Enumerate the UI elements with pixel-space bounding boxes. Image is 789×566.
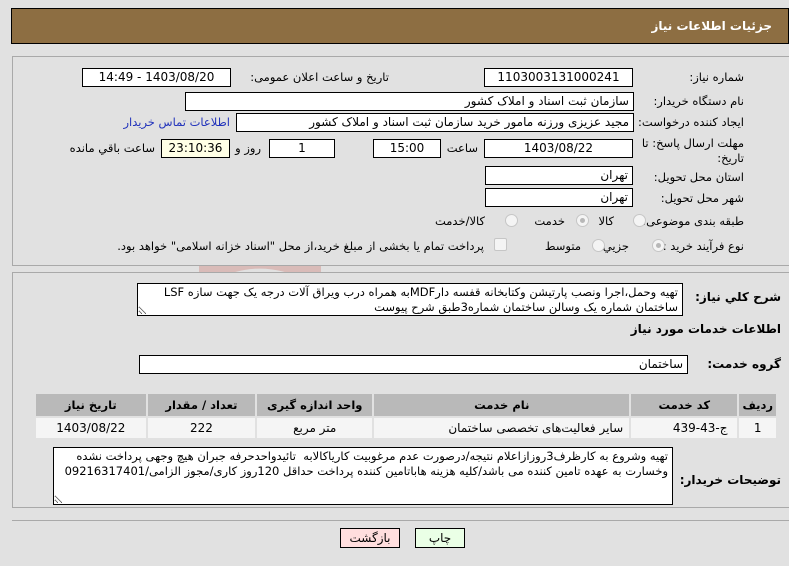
description-textarea[interactable]: تهیه وحمل،اجرا ونصب پارتیشن وکتابخانه قف… [137,283,683,316]
buyer-org-label: نام دستگاه خریدار: [653,94,744,108]
services-table: ردیف کد خدمت نام خدمت واحد اندازه گیری ت… [34,392,778,440]
divider [12,520,789,521]
category-radio-goods-service[interactable] [505,214,518,227]
services-section-title: اطلاعات خدمات مورد نیاز [630,322,781,336]
process-radio-medium[interactable] [592,239,605,252]
page-header: جزئیات اطلاعات نیاز [11,8,789,44]
announce-datetime-field[interactable]: 1403/08/20 - 14:49 [82,68,231,87]
province-field[interactable]: تهران [485,166,633,185]
col-service-name: نام خدمت [372,392,632,418]
category-radio-service[interactable] [576,214,589,227]
process-type-label: نوع فرآیند خرید : [662,239,744,253]
process-option-minor: جزیي [602,239,629,253]
cell-row-number: 1 [737,416,778,440]
buyer-notes-textarea[interactable]: تهیه وشروع به کارظرف3روزازاعلام نتیجه/در… [53,447,673,505]
category-option-service: خدمت [534,214,565,228]
buyer-contact-link[interactable]: اطلاعات تماس خریدار [123,115,230,129]
creator-label: ایجاد کننده درخواست: [638,115,744,129]
city-field[interactable]: تهران [485,188,633,207]
col-need-date: تاریخ نیاز [34,392,148,418]
city-label: شهر محل تحویل: [660,191,744,205]
days-label: روز و [235,141,261,155]
deadline-label: مهلت ارسال پاسخ: تا تاریخ: [641,136,744,165]
deadline-date-field[interactable]: 1403/08/22 [484,139,633,158]
buyer-notes-label: توضیحات خریدار: [679,473,781,487]
service-group-label: گروه خدمت: [707,357,781,371]
back-button[interactable]: بازگشت [340,528,400,548]
category-option-goods-service: کالا/خدمت [434,214,485,228]
category-label: طبقه بندی موضوعی: [642,214,744,228]
buyer-org-field[interactable]: سازمان ثبت اسناد و املاک کشور [185,92,634,111]
announce-label: تاریخ و ساعت اعلان عمومی: [250,70,389,84]
process-radio-minor[interactable] [652,239,665,252]
cell-service-name: سایر فعالیت‌های تخصصی ساختمان [372,416,632,440]
col-row-number: ردیف [737,392,778,418]
col-quantity: تعداد / مقدار [145,392,258,418]
need-number-label: شماره نیاز: [689,70,744,84]
cell-need-date: 1403/08/22 [34,416,148,440]
col-service-code: کد خدمت [629,392,740,418]
print-button[interactable]: چاپ [415,528,465,548]
remaining-time-field[interactable]: 23:10:36 [161,139,230,158]
category-option-goods: کالا [598,214,614,228]
description-label: شرح کلي نیاز: [695,290,781,304]
services-table-header: ردیف کد خدمت نام خدمت واحد اندازه گیری ت… [34,392,778,418]
service-group-field[interactable]: ساختمان [139,355,688,374]
cell-quantity: 222 [145,416,258,440]
cell-unit: متر مربع [255,416,375,440]
cell-service-code: ج-43-439 [629,416,740,440]
province-label: استان محل تحویل: [653,170,744,184]
deadline-time-field[interactable]: 15:00 [373,139,441,158]
table-row: 1 ج-43-439 سایر فعالیت‌های تخصصی ساختمان… [34,416,778,440]
page-title: جزئیات اطلاعات نیاز [651,19,772,33]
creator-field[interactable]: مجید عزیزی ورزنه مامور خرید سازمان ثبت ا… [236,113,634,132]
days-remaining-field[interactable]: 1 [269,139,335,158]
process-option-medium: متوسط [544,239,581,253]
col-unit: واحد اندازه گیری [255,392,375,418]
remaining-label: ساعت باقي مانده [69,141,155,155]
need-number-field[interactable]: 1103003131000241 [484,68,633,87]
treasury-checkbox-label: پرداخت تمام یا بخشی از مبلغ خرید،از محل … [117,239,484,253]
category-radio-goods[interactable] [633,214,646,227]
treasury-checkbox[interactable] [494,238,507,251]
deadline-time-label: ساعت [446,141,478,155]
